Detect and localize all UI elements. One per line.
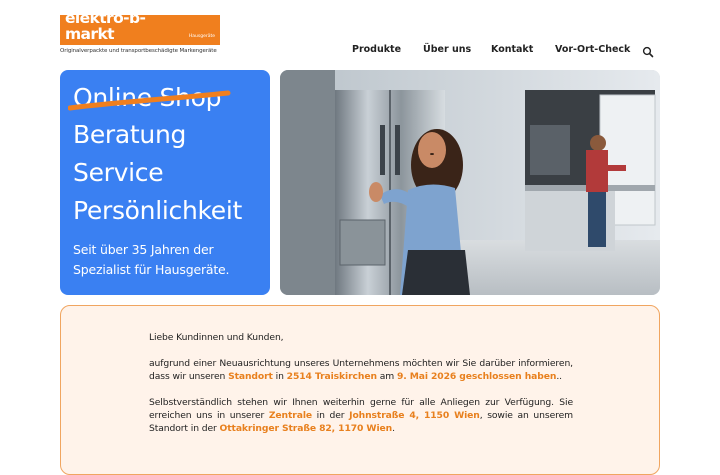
nav-ueber-uns[interactable]: Über uns (423, 44, 471, 55)
search-icon[interactable] (642, 43, 656, 58)
hero-line-persoenlichkeit: Persönlichkeit (73, 196, 243, 225)
notice-p1-b: in (272, 371, 287, 382)
notice-p1-location: 2514 Traiskirchen (286, 371, 377, 382)
hero-line-beratung: Beratung (73, 120, 187, 149)
struck-heading: Online Shop (68, 83, 231, 112)
notice-p2-d: . (392, 423, 395, 434)
nav-vor-ort-check[interactable]: Vor-Ort-Check (555, 44, 630, 55)
logo-small: Hausgeräte (188, 34, 215, 39)
notice-p1-d: .. (556, 371, 562, 382)
nav-produkte[interactable]: Produkte (352, 44, 401, 55)
notice-p1-standort: Standort (228, 371, 273, 382)
notice-p1-date: 9. Mai 2026 geschlossen haben (396, 371, 557, 382)
logo-name: elektro-b-markt (65, 9, 146, 43)
notice-text: Liebe Kundinnen und Kunden, aufgrund ein… (149, 331, 573, 448)
logo-box: elektro-b-markt Hausgeräte (60, 10, 220, 45)
hero-photo (280, 70, 660, 295)
notice-p1-c: am (376, 371, 397, 382)
logo[interactable]: elektro-b-markt Hausgeräte Originalverpa… (60, 10, 220, 54)
notice-paragraph-1: aufgrund einer Neuausrichtung unseres Un… (149, 357, 573, 383)
strike-line (68, 90, 231, 111)
hero-subtitle: Seit über 35 Jahren der Spezialist für H… (73, 242, 230, 277)
notice-paragraph-2: Selbstverständlich stehen wir Ihnen weit… (149, 396, 573, 435)
notice-greeting: Liebe Kundinnen und Kunden, (149, 332, 284, 343)
logo-tagline: Originalverpackte und transportbeschädig… (60, 48, 217, 54)
notice-p2-address-2: Ottakringer Straße 82, 1170 Wien (219, 423, 393, 434)
hero-card: Online Shop Beratung Service Persönlichk… (60, 70, 270, 295)
hero-line-service: Service (73, 158, 164, 187)
notice-p2-address-1: Johnstraße 4, 1150 Wien (349, 410, 480, 421)
notice-p2-b: in der (312, 410, 350, 421)
nav-kontakt[interactable]: Kontakt (491, 44, 533, 55)
notice-p2-zentrale: Zentrale (268, 410, 312, 421)
